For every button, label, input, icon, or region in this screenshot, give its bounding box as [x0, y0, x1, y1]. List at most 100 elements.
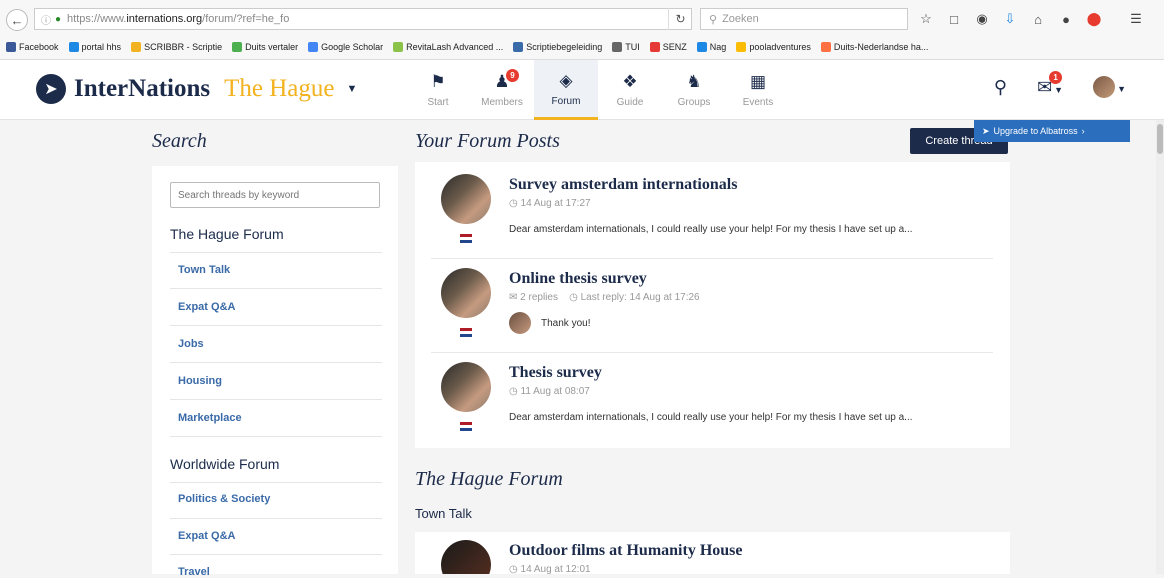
browser-search-field[interactable]: ⚲ Zoeken	[700, 8, 908, 30]
back-button[interactable]: ←	[6, 9, 28, 31]
messages-icon[interactable]: ✉ 1 ▼	[1037, 70, 1063, 98]
bookmark-item[interactable]: TUI	[612, 42, 640, 52]
nav-groups[interactable]: ♞ Groups	[662, 60, 726, 120]
local-forum-heading: The Hague Forum	[170, 226, 284, 242]
top-navigation: ⚑ Start ♟ 9 Members ◈ Forum ❖ Guide ♞ Gr…	[406, 60, 790, 120]
menu-icon[interactable]: ☰	[1128, 11, 1144, 27]
avatar	[1093, 76, 1116, 99]
upgrade-banner[interactable]: ➤ Upgrade to Albatross ›	[974, 120, 1130, 142]
bookmark-item[interactable]: pooladventures	[736, 42, 811, 52]
avatar	[441, 362, 491, 412]
bookmark-favicon-icon	[696, 42, 707, 52]
bookmark-item[interactable]: Duits-Nederlandse ha...	[820, 42, 928, 52]
divider	[170, 436, 382, 437]
bookmark-label: Facebook	[19, 42, 59, 52]
scrollbar-thumb[interactable]	[1157, 124, 1163, 154]
search-icon[interactable]: ⚲	[994, 77, 1007, 98]
thread-search-input[interactable]	[170, 182, 380, 208]
url-prefix: https://www.	[67, 13, 127, 25]
sidebar-item-expat-qa[interactable]: Expat Q&A	[178, 301, 235, 313]
post-date: ◷ 14 Aug at 17:27	[509, 198, 591, 209]
back-arrow-icon: ←	[10, 12, 24, 28]
avatar	[441, 268, 491, 318]
avatar	[441, 174, 491, 224]
nav-start[interactable]: ⚑ Start	[406, 60, 470, 120]
reply-count: 2 replies	[520, 292, 558, 303]
bookmark-item[interactable]: Scriptiebegeleiding	[513, 42, 602, 52]
post-snippet: Dear amsterdam internationals, I could r…	[509, 224, 913, 235]
lock-icon: ●	[55, 13, 62, 25]
download-icon[interactable]: ⇩	[1002, 11, 1018, 27]
avatar	[509, 312, 531, 334]
flag-icon: ⚑	[430, 72, 446, 91]
post-title[interactable]: Survey amsterdam internationals	[509, 176, 737, 194]
bookmark-item[interactable]: Facebook	[6, 42, 59, 52]
post-title[interactable]: Thesis survey	[509, 364, 602, 382]
sidebar-item-politics-society[interactable]: Politics & Society	[178, 493, 270, 505]
bookmark-item[interactable]: SCRIBBR - Scriptie	[131, 42, 222, 52]
nav-events[interactable]: ▦ Events	[726, 60, 790, 120]
nav-guide[interactable]: ❖ Guide	[598, 60, 662, 120]
sidebar-item-town-talk[interactable]: Town Talk	[178, 264, 230, 276]
bookmark-favicon-icon	[649, 42, 660, 52]
worldwide-forum-heading: Worldwide Forum	[170, 456, 280, 472]
scrollbar[interactable]	[1156, 120, 1164, 574]
bookmark-item[interactable]: portal hhs	[68, 42, 121, 52]
bookmark-item[interactable]: RevitaLash Advanced ...	[393, 42, 503, 52]
nav-members[interactable]: ♟ 9 Members	[470, 60, 534, 120]
divider	[170, 554, 382, 555]
sidebar-panel: The Hague Forum Town Talk Expat Q&A Jobs…	[152, 166, 398, 578]
bookmark-favicon-icon	[308, 42, 319, 52]
clock-icon: ◷	[569, 292, 581, 303]
forum-section-title: The Hague Forum	[415, 468, 563, 490]
browser-chrome: ← ⓘ ● https://www. internations.org/forum…	[0, 0, 1164, 60]
nav-label: Start	[427, 97, 449, 108]
sidebar-item-worldwide-expat-qa[interactable]: Expat Q&A	[178, 530, 235, 542]
post-date: ◷ 14 Aug at 12:01	[509, 564, 591, 574]
url-bar[interactable]: ⓘ ● https://www. internations.org/forum/?…	[34, 8, 692, 30]
site-logo[interactable]: ➤ InterNations The Hague ▼	[36, 74, 357, 104]
guide-icon: ❖	[622, 72, 638, 91]
post-title[interactable]: Online thesis survey	[509, 270, 647, 288]
chat-icon[interactable]: ●	[1058, 11, 1074, 27]
bookmark-favicon-icon	[393, 42, 404, 52]
groups-icon: ♞	[686, 72, 702, 91]
divider	[431, 352, 993, 353]
clock-icon: ◷	[509, 564, 521, 574]
divider	[431, 258, 993, 259]
bookmark-item[interactable]: Duits vertaler	[232, 42, 298, 52]
star-icon[interactable]: ☆	[918, 11, 934, 27]
sidebar-item-marketplace[interactable]: Marketplace	[178, 412, 242, 424]
dutch-flag-icon	[460, 422, 472, 431]
sidebar-item-housing[interactable]: Housing	[178, 375, 222, 387]
post-title[interactable]: Outdoor films at Humanity House	[509, 542, 743, 560]
clock-icon: ◷	[509, 198, 521, 209]
your-posts-card: Survey amsterdam internationals ◷ 14 Aug…	[415, 162, 1010, 448]
post-date-text: 14 Aug at 17:27	[520, 198, 591, 209]
profile-menu[interactable]: ▼	[1093, 76, 1126, 99]
divider	[170, 518, 382, 519]
bookmark-label: Nag	[709, 42, 727, 52]
reload-button[interactable]: ↻	[668, 8, 692, 30]
bookmark-favicon-icon	[736, 42, 747, 52]
bookmark-item[interactable]: Google Scholar	[308, 42, 383, 52]
home-icon[interactable]: ⌂	[1030, 11, 1046, 27]
nav-forum[interactable]: ◈ Forum	[534, 60, 598, 120]
dutch-flag-icon	[460, 234, 472, 243]
chevron-down-icon: ▼	[346, 83, 358, 95]
sidebar-item-jobs[interactable]: Jobs	[178, 338, 204, 350]
forum-subsection: Town Talk	[415, 506, 472, 521]
bookmark-item[interactable]: SENZ	[649, 42, 687, 52]
pocket-icon[interactable]: ◉	[974, 11, 990, 27]
clipboard-icon[interactable]: □	[946, 11, 962, 27]
bookmark-label: pooladventures	[749, 42, 811, 52]
adblock-icon[interactable]: ⬤	[1086, 11, 1102, 27]
bookmark-label: Scriptiebegeleiding	[526, 42, 603, 52]
bookmark-item[interactable]: Nag	[696, 42, 727, 52]
sidebar-item-travel[interactable]: Travel	[178, 566, 210, 578]
toolbar-icons: ☆ □ ◉ ⇩ ⌂ ● ⬤ ☰	[918, 8, 1144, 30]
bookmark-label: SCRIBBR - Scriptie	[144, 42, 223, 52]
bookmark-label: RevitaLash Advanced ...	[406, 42, 504, 52]
bird-logo-icon: ➤	[36, 74, 66, 104]
bookmark-favicon-icon	[612, 42, 623, 52]
